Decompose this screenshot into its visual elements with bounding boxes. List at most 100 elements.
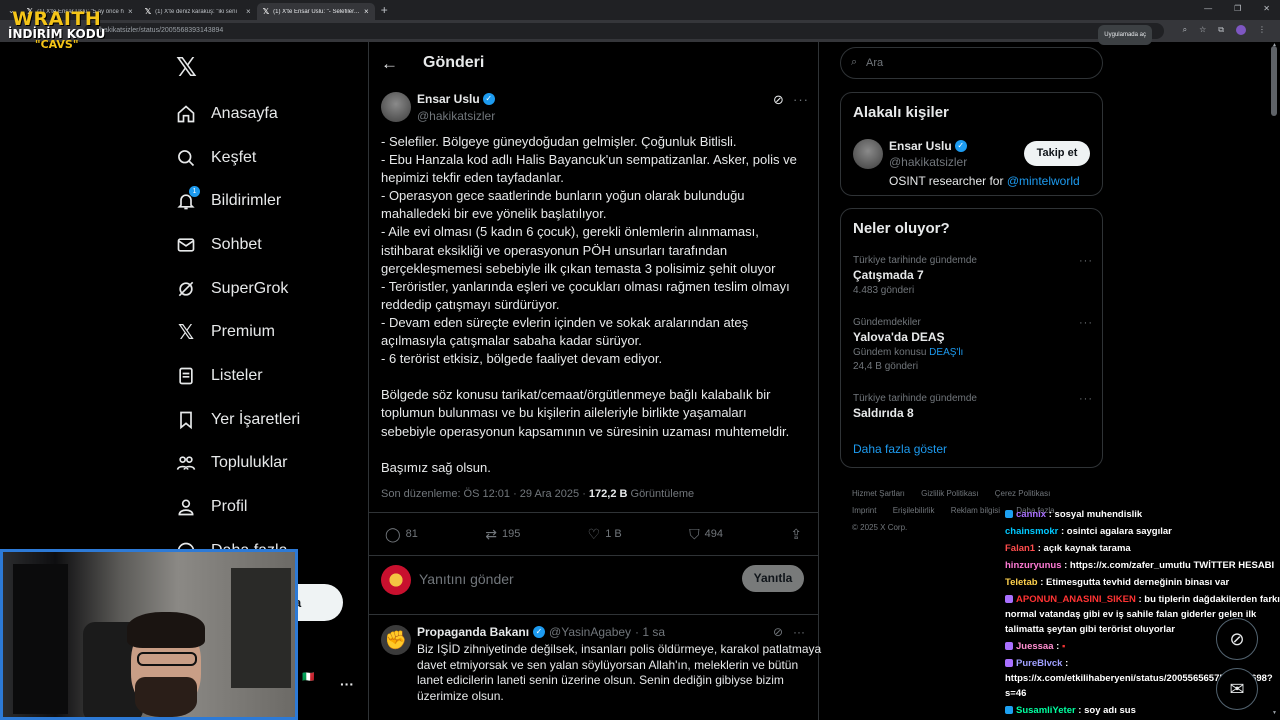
tweet-line: sebebiyle operasyonun kapsamının ve süre… — [381, 423, 790, 439]
extensions-icon[interactable]: ⧉ — [1218, 25, 1224, 35]
reply-author-handle[interactable]: @YasinAgabey — [549, 625, 631, 639]
nav-label: Yer İşaretleri — [211, 410, 301, 428]
list-icon — [176, 366, 196, 386]
reply-author-name[interactable]: Propaganda Bakanı — [417, 625, 529, 639]
search-input[interactable]: ⌕ Ara — [840, 47, 1103, 79]
follow-button[interactable]: Takip et — [1024, 141, 1090, 166]
footer-link[interactable]: Imprint — [852, 506, 876, 515]
trend-item[interactable]: Türkiye tarihinde gündemde Çatışmada 7 4… — [853, 255, 1093, 296]
related-name-row[interactable]: Ensar Uslu ✓ — [889, 139, 967, 153]
nav-item-bookmarks[interactable]: Yer İşaretleri — [176, 398, 300, 442]
reply-input[interactable]: Yanıtını gönder — [419, 571, 514, 587]
nav-item-home[interactable]: Anasayfa — [176, 92, 300, 136]
zoom-icon[interactable]: ⌕ — [1183, 25, 1187, 35]
chat-emote-icon: ▪ — [1061, 641, 1066, 652]
nav-label: Premium — [211, 323, 276, 341]
reply-submit-button[interactable]: Yanıtla — [742, 565, 804, 592]
reply-text: Biz IŞİD zihniyetinde değilsek, insanlar… — [417, 642, 822, 704]
author-name-row[interactable]: Ensar Uslu ✓ — [417, 92, 495, 106]
trend-more-icon[interactable]: ··· — [1079, 393, 1093, 405]
nav-item-supergrok[interactable]: SuperGrok — [176, 267, 300, 311]
nav-item-profile[interactable]: Profil — [176, 485, 300, 529]
footer-link[interactable]: Reklam bilgisi — [951, 506, 1000, 515]
tweet-more-icon[interactable]: ··· — [793, 92, 809, 107]
tab-close-icon[interactable]: × — [246, 7, 251, 16]
trend-context: Türkiye tarihinde gündemde — [853, 255, 977, 266]
grok-explain-icon[interactable]: ⊘ — [773, 625, 783, 639]
related-people-title: Alakalı kişiler — [853, 104, 949, 121]
tweet-paragraph-gap — [381, 368, 811, 386]
grok-fab-icon[interactable]: ⊘ — [1216, 618, 1258, 660]
profile-avatar-icon[interactable] — [1236, 25, 1246, 35]
footer-link[interactable]: Gizlilik Politikası — [921, 489, 978, 498]
back-arrow-icon[interactable]: ← — [381, 54, 398, 74]
webcam-hair — [127, 612, 205, 648]
search-icon: ⌕ — [851, 56, 858, 68]
page-scrollbar-thumb[interactable] — [1271, 46, 1277, 116]
reply-author-avatar[interactable]: ✊ — [381, 625, 411, 655]
chat-text: : Etimesgutta tevhid derneğinin binası v… — [1037, 577, 1230, 588]
tab-title: (1) X'te Ensar Uslu: "- Selefiler. B — [273, 8, 361, 15]
webcam-glasses — [137, 652, 197, 666]
new-tab-icon[interactable]: + — [381, 3, 388, 17]
account-more-icon[interactable]: ··· — [340, 676, 354, 692]
trend-topic-link[interactable]: DEAŞ'lı — [929, 347, 963, 358]
nav-item-explore[interactable]: Keşfet — [176, 136, 300, 180]
browser-tab-2[interactable]: 𝕏 (1) X'te deniz karakuş: "iki senı × — [139, 3, 257, 20]
footer-link[interactable]: Hizmet Şartları — [852, 489, 905, 498]
grok-explain-icon[interactable]: ⊘ — [773, 92, 784, 108]
close-window-icon[interactable]: ✕ — [1263, 4, 1270, 13]
tweet-line: - Operasyon gece saatlerinde bunların yo… — [381, 188, 745, 204]
reply-action[interactable]: ◯ 81 — [385, 526, 418, 543]
trend-context: Gündemdekiler — [853, 317, 921, 328]
trend-item[interactable]: Gündemdekiler Yalova'da DEAŞ Gündem konu… — [853, 317, 1093, 372]
tab-close-icon[interactable]: × — [364, 7, 369, 16]
author-avatar[interactable] — [381, 92, 411, 122]
verified-badge-icon: ✓ — [533, 626, 546, 638]
footer-link[interactable]: Çerez Politikası — [995, 489, 1051, 498]
trend-count: 24,4 B gönderi — [853, 361, 919, 372]
scroll-down-icon[interactable]: ▼ — [1272, 710, 1277, 716]
retweet-icon: ⇄ — [485, 525, 497, 542]
trend-more-icon[interactable]: ··· — [1079, 255, 1093, 267]
webcam-background-shelf — [231, 568, 291, 688]
minimize-icon[interactable]: — — [1204, 4, 1212, 13]
messages-fab-icon[interactable]: ✉ — [1216, 668, 1258, 710]
trends-card: Neler oluyor? Türkiye tarihinde gündemde… — [840, 208, 1103, 468]
reply-line: Biz IŞİD zihniyetinde değilsek, insanlar… — [417, 642, 822, 656]
x-logo-icon[interactable]: 𝕏 — [176, 52, 197, 83]
nav-item-premium[interactable]: 𝕏 Premium — [176, 310, 300, 354]
url-field[interactable]: /hakikatsizler/status/2005568393143894 U… — [84, 23, 1164, 45]
bookmark-action[interactable]: ⛉ 494 — [689, 526, 723, 543]
main-column: ← Gönderi Ensar Uslu ✓ @hakikatsizler ⊘ … — [368, 42, 822, 720]
nav-item-chat[interactable]: Sohbet — [176, 223, 300, 267]
url-path: /hakikatsizler/status/2005568393143894 — [98, 27, 224, 34]
bookmark-star-icon[interactable]: ☆ — [1199, 25, 1206, 35]
like-action[interactable]: ♡ 1 B — [588, 526, 622, 543]
maximize-icon[interactable]: ❐ — [1234, 4, 1241, 13]
nav-item-notifications[interactable]: 1 Bildirimler — [176, 179, 300, 223]
author-handle[interactable]: @hakikatsizler — [417, 109, 495, 123]
open-in-app-button[interactable]: Uygulamada aç — [1098, 25, 1152, 45]
nav-label: Topluluklar — [211, 454, 288, 472]
footer-link[interactable]: Erişilebilirlik — [893, 506, 935, 515]
related-handle[interactable]: @hakikatsizler — [889, 155, 967, 169]
reply-more-icon[interactable]: ··· — [793, 625, 805, 639]
tweet-paragraph-gap — [381, 441, 811, 459]
chat-username: hinzuryunus — [1005, 560, 1062, 571]
tab-close-icon[interactable]: × — [128, 7, 133, 16]
show-more-link[interactable]: Daha fazla göster — [853, 442, 947, 456]
related-bio-mention[interactable]: @mintelworld — [1007, 174, 1080, 188]
share-action[interactable]: ⇪ — [790, 526, 802, 543]
trend-more-icon[interactable]: ··· — [1079, 317, 1093, 329]
retweet-action[interactable]: ⇄ 195 — [485, 526, 520, 543]
tweet-author[interactable]: Ensar Uslu ✓ @hakikatsizler — [381, 92, 495, 123]
tweet-view-count: 172,2 B — [588, 488, 628, 500]
browser-menu-icon[interactable]: ⋮ — [1258, 25, 1266, 35]
nav-item-communities[interactable]: Topluluklar — [176, 442, 300, 486]
tweet-timestamp[interactable]: Son düzenleme: ÖS 12:01 · 29 Ara 2025 · — [381, 488, 589, 500]
browser-tab-3-active[interactable]: 𝕏 (1) X'te Ensar Uslu: "- Selefiler. B × — [256, 3, 375, 20]
related-avatar[interactable] — [853, 139, 883, 169]
trend-item[interactable]: Türkiye tarihinde gündemde Saldırıda 8 ·… — [853, 393, 1093, 420]
nav-item-lists[interactable]: Listeler — [176, 354, 300, 398]
